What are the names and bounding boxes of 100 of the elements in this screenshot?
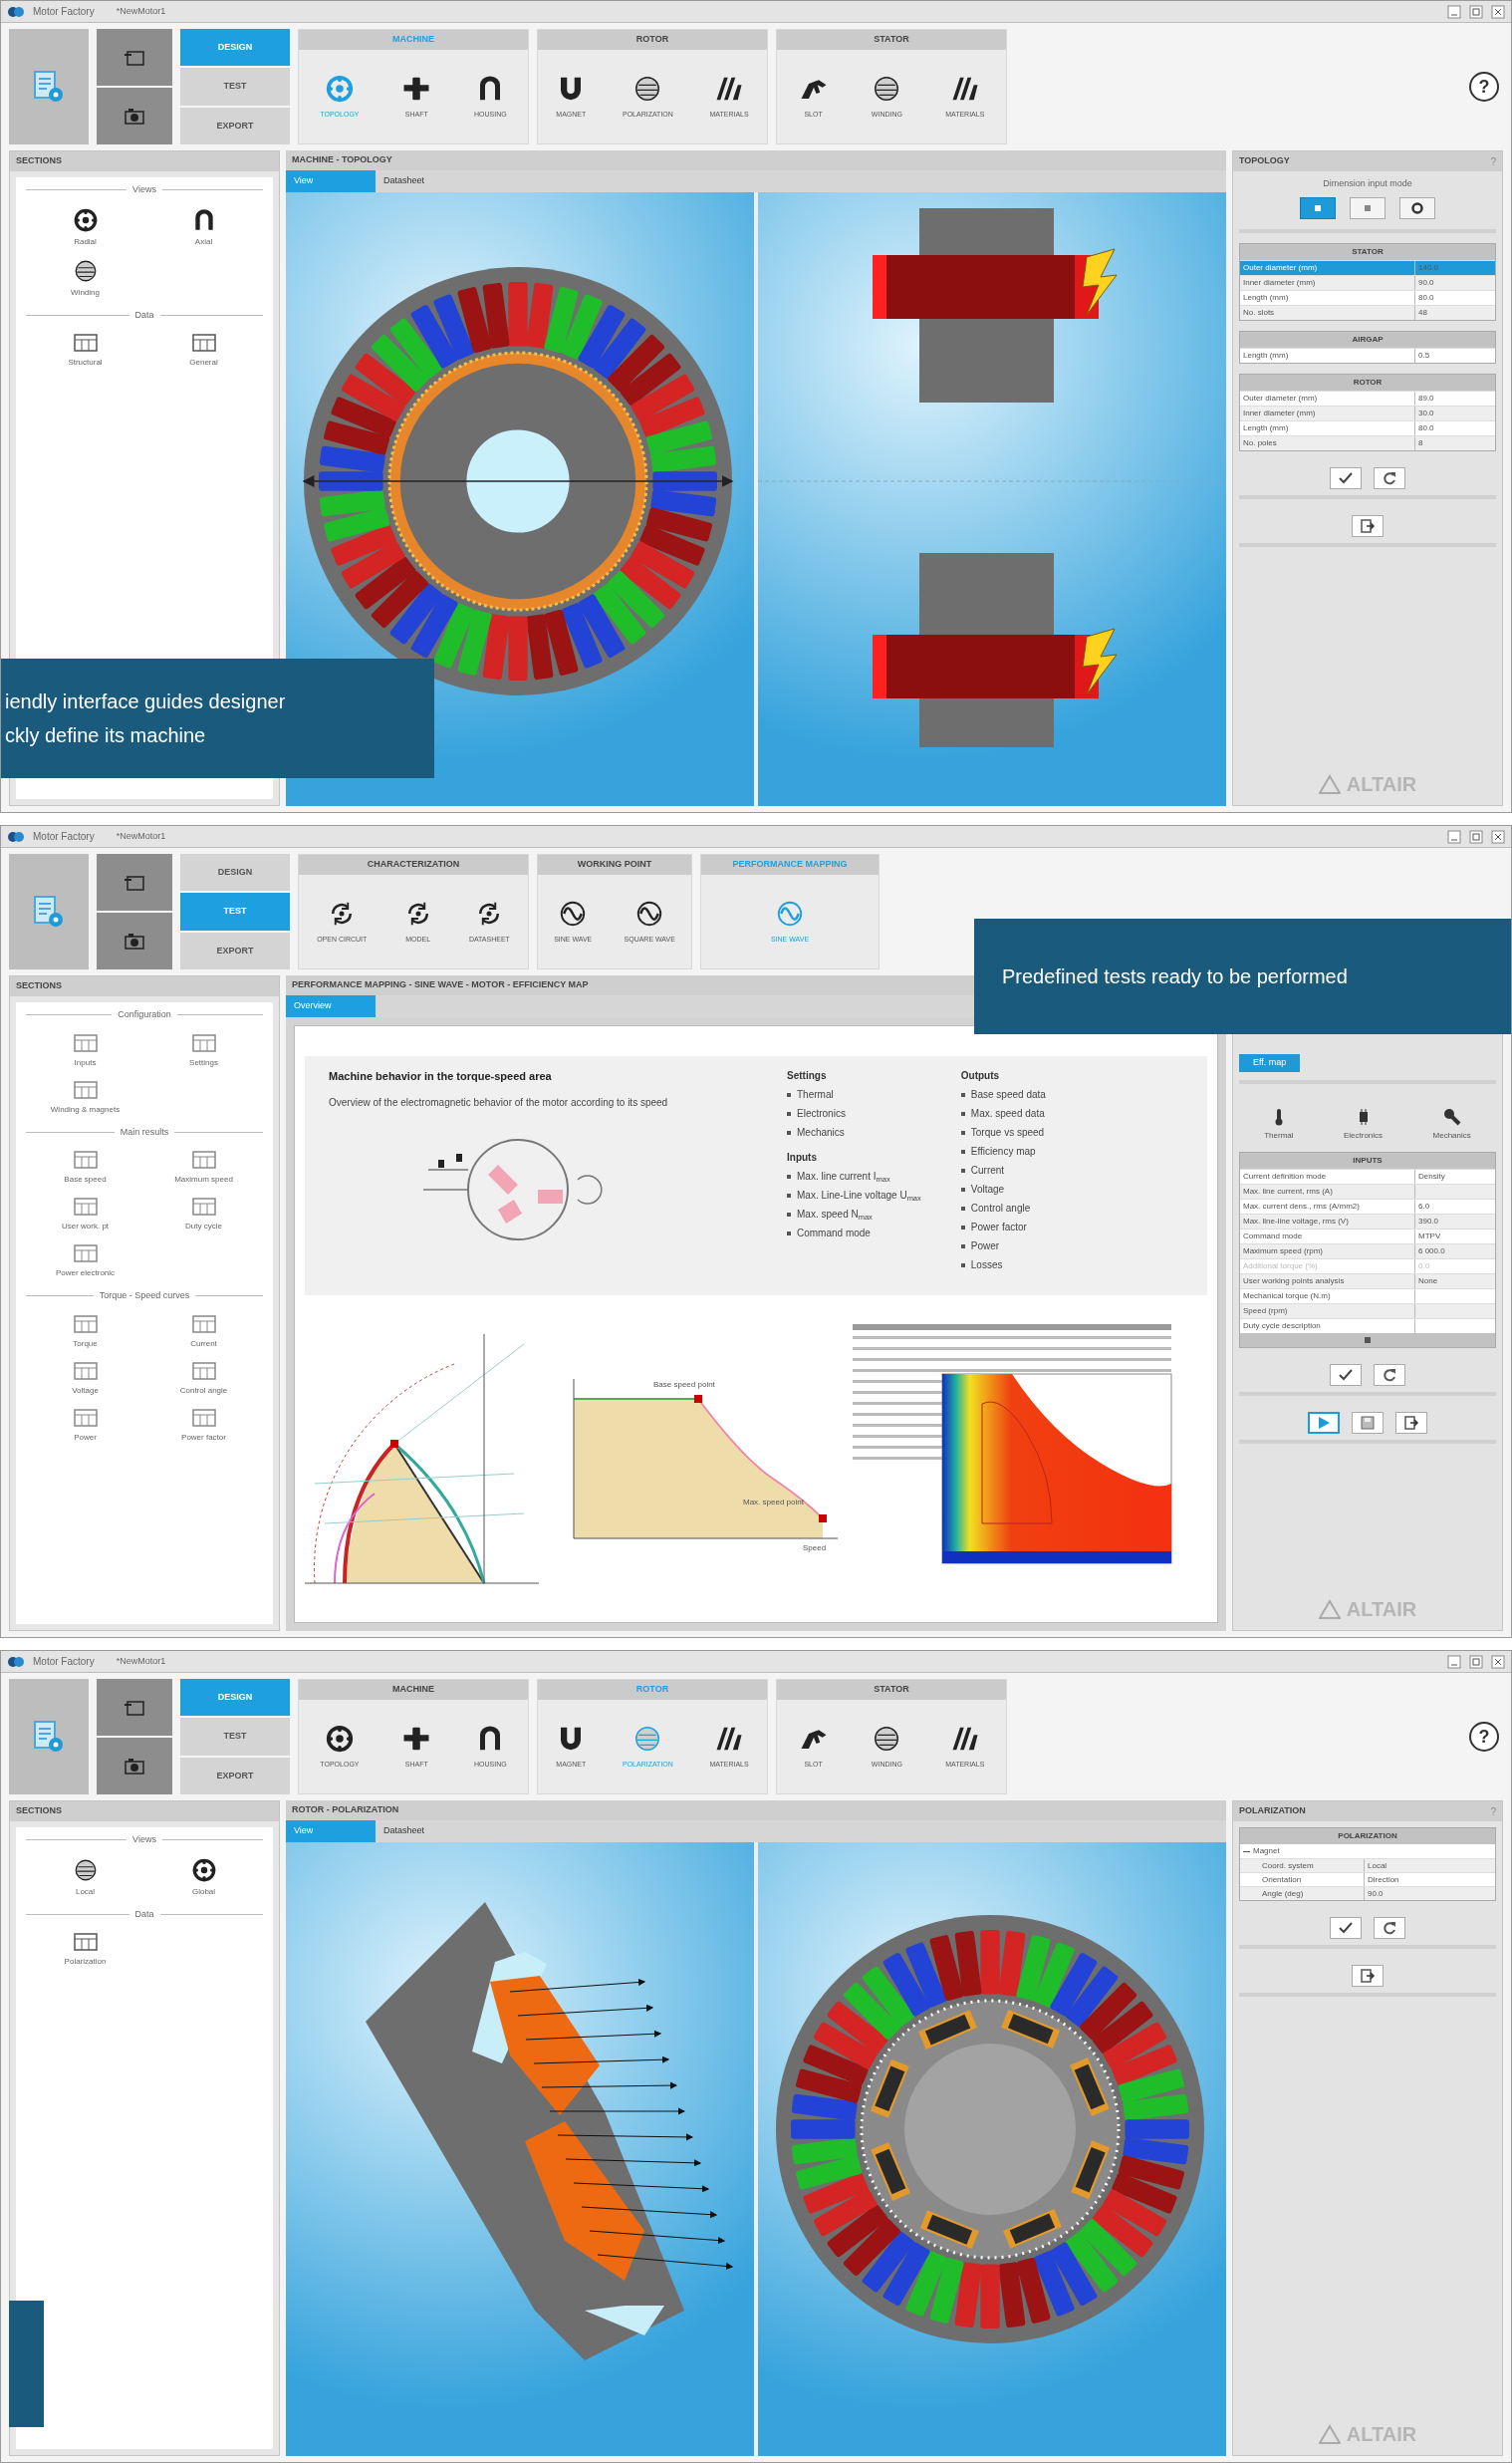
export-button[interactable] — [1352, 1965, 1384, 1987]
new-window-button[interactable] — [97, 854, 172, 911]
close-icon[interactable] — [1491, 4, 1505, 19]
apply-button[interactable] — [1330, 466, 1362, 489]
new-window-button[interactable] — [97, 1679, 172, 1736]
section-item[interactable]: Power factor — [144, 1406, 263, 1444]
table-icon — [190, 1312, 217, 1335]
help-button[interactable]: ? — [1469, 1722, 1499, 1752]
ribbon-group-title: STATOR — [777, 1680, 1006, 1700]
section-item[interactable]: Duty cycle — [144, 1196, 263, 1232]
table-row[interactable]: Current definition mode Density — [1240, 1169, 1495, 1184]
mode-tab[interactable]: DESIGN — [180, 854, 290, 892]
close-icon[interactable] — [1491, 1654, 1505, 1669]
section-item[interactable]: Torque — [26, 1312, 144, 1350]
tree-node[interactable]: Magnet — [1240, 1844, 1495, 1858]
table-icon — [72, 332, 99, 354]
list-item: Losses — [970, 1258, 1003, 1272]
mode-tab[interactable]: EXPORT — [180, 1757, 290, 1794]
reset-button[interactable] — [1374, 1917, 1405, 1939]
table-header: STATOR — [1240, 243, 1495, 260]
bullet-icon — [960, 1243, 965, 1248]
camera-button[interactable] — [97, 913, 172, 969]
window-title: Motor Factory — [33, 5, 95, 19]
section-item[interactable]: Winding — [26, 257, 144, 299]
minimize-icon[interactable] — [1447, 4, 1461, 19]
bullet-icon — [960, 1225, 965, 1230]
maximize-icon[interactable] — [1469, 1654, 1483, 1669]
list-item: Mechanics — [797, 1126, 845, 1140]
window-icon — [124, 873, 145, 892]
minimize-icon[interactable] — [1447, 1654, 1461, 1669]
table-row[interactable]: Mechanical torque (N.m) — [1240, 1288, 1495, 1303]
table-row[interactable]: Max. line-line voltage, rms (V) 390.0 — [1240, 1214, 1495, 1229]
curve-label: Max. speed point — [743, 1497, 804, 1508]
mode-button[interactable] — [1399, 196, 1435, 219]
list-item: Current — [970, 1164, 1005, 1178]
section-item[interactable]: User work. pt — [26, 1196, 144, 1232]
section-item[interactable]: Local — [26, 1856, 144, 1898]
circular-arrow-icon — [1382, 1367, 1397, 1383]
triangle-logo-icon — [1318, 1599, 1341, 1619]
section-item[interactable]: Maximum speed — [144, 1149, 263, 1186]
section-item[interactable]: Polarization — [26, 1931, 144, 1968]
run-button[interactable] — [1308, 1412, 1340, 1434]
reset-button[interactable] — [1374, 1364, 1405, 1386]
property-value: 30.0 — [1417, 407, 1435, 419]
section-item[interactable]: Inputs — [26, 1031, 144, 1069]
table-icon — [72, 1242, 99, 1264]
section-item[interactable]: General — [144, 332, 263, 369]
tool-button[interactable]: Mechanics — [1428, 1108, 1475, 1142]
table-row[interactable]: Command mode MTPV — [1240, 1229, 1495, 1243]
panel-title: SECTIONS — [16, 1804, 62, 1818]
scroll-handle-icon[interactable] — [1365, 1337, 1371, 1343]
bullet-icon — [960, 1111, 965, 1116]
mode-tab[interactable]: EXPORT — [180, 932, 290, 969]
help-button[interactable]: ? — [1469, 72, 1499, 102]
export-icon — [1360, 1968, 1376, 1984]
camera-button[interactable] — [97, 88, 172, 144]
section-item[interactable]: Global — [144, 1856, 263, 1898]
apply-button[interactable] — [1330, 1917, 1362, 1939]
ribbon-group-title: WORKING POINT — [538, 855, 691, 875]
section-item[interactable]: Axial — [144, 206, 263, 248]
list-item: Power factor — [970, 1221, 1027, 1234]
new-window-button[interactable] — [97, 29, 172, 86]
apply-button[interactable] — [1330, 1364, 1362, 1386]
mode-tab[interactable]: TEST — [180, 68, 290, 106]
reset-button[interactable] — [1374, 466, 1405, 489]
section-item[interactable]: Current — [144, 1312, 263, 1350]
list-item: Max. Line-Line voltage U$_{max}$ — [797, 1189, 921, 1203]
property-label: Outer diameter (mm) — [1240, 260, 1415, 275]
mode-tab[interactable]: TEST — [180, 1718, 290, 1756]
table-row[interactable]: Speed (rpm) — [1240, 1303, 1495, 1318]
section-item[interactable]: Radial — [26, 206, 144, 248]
minimize-icon[interactable] — [1447, 829, 1461, 844]
table-row[interactable]: Maximum speed (rpm) 6 000.0 — [1240, 1243, 1495, 1258]
property-value: 8 — [1417, 436, 1424, 449]
table-row[interactable]: User working points analysis None — [1240, 1273, 1495, 1288]
save-button[interactable] — [1352, 1412, 1384, 1434]
maximize-icon[interactable] — [1469, 4, 1483, 19]
table-icon — [72, 1312, 99, 1335]
section-item[interactable]: Winding & magnets — [26, 1078, 144, 1116]
export-button[interactable] — [1352, 514, 1384, 537]
camera-button[interactable] — [97, 1738, 172, 1794]
export-button[interactable] — [1395, 1412, 1427, 1434]
section-item[interactable]: Power — [26, 1406, 144, 1444]
section-item[interactable]: Control angle — [144, 1359, 263, 1397]
breadcrumb: ROTOR - POLARIZATION — [292, 1803, 399, 1817]
section-item[interactable]: Structural — [26, 332, 144, 369]
mode-tab[interactable]: EXPORT — [180, 107, 290, 144]
tool-button[interactable]: Electronics — [1339, 1108, 1387, 1142]
tool-button[interactable]: Thermal — [1260, 1108, 1298, 1142]
section-item[interactable]: Voltage — [26, 1359, 144, 1397]
maximize-icon[interactable] — [1469, 829, 1483, 844]
table-row[interactable]: Max. current dens., rms (A/mm2) 6.0 — [1240, 1199, 1495, 1214]
property-label: No. slots — [1240, 305, 1415, 320]
table-row[interactable]: Max. line current, rms (A) — [1240, 1184, 1495, 1199]
section-item[interactable]: Power electronic — [26, 1242, 144, 1279]
section-item[interactable]: Settings — [144, 1031, 263, 1069]
section-item[interactable]: Base speed — [26, 1149, 144, 1186]
close-icon[interactable] — [1491, 829, 1505, 844]
table-row[interactable]: Duty cycle description — [1240, 1318, 1495, 1333]
ribbon-group-title: MACHINE — [299, 30, 528, 50]
